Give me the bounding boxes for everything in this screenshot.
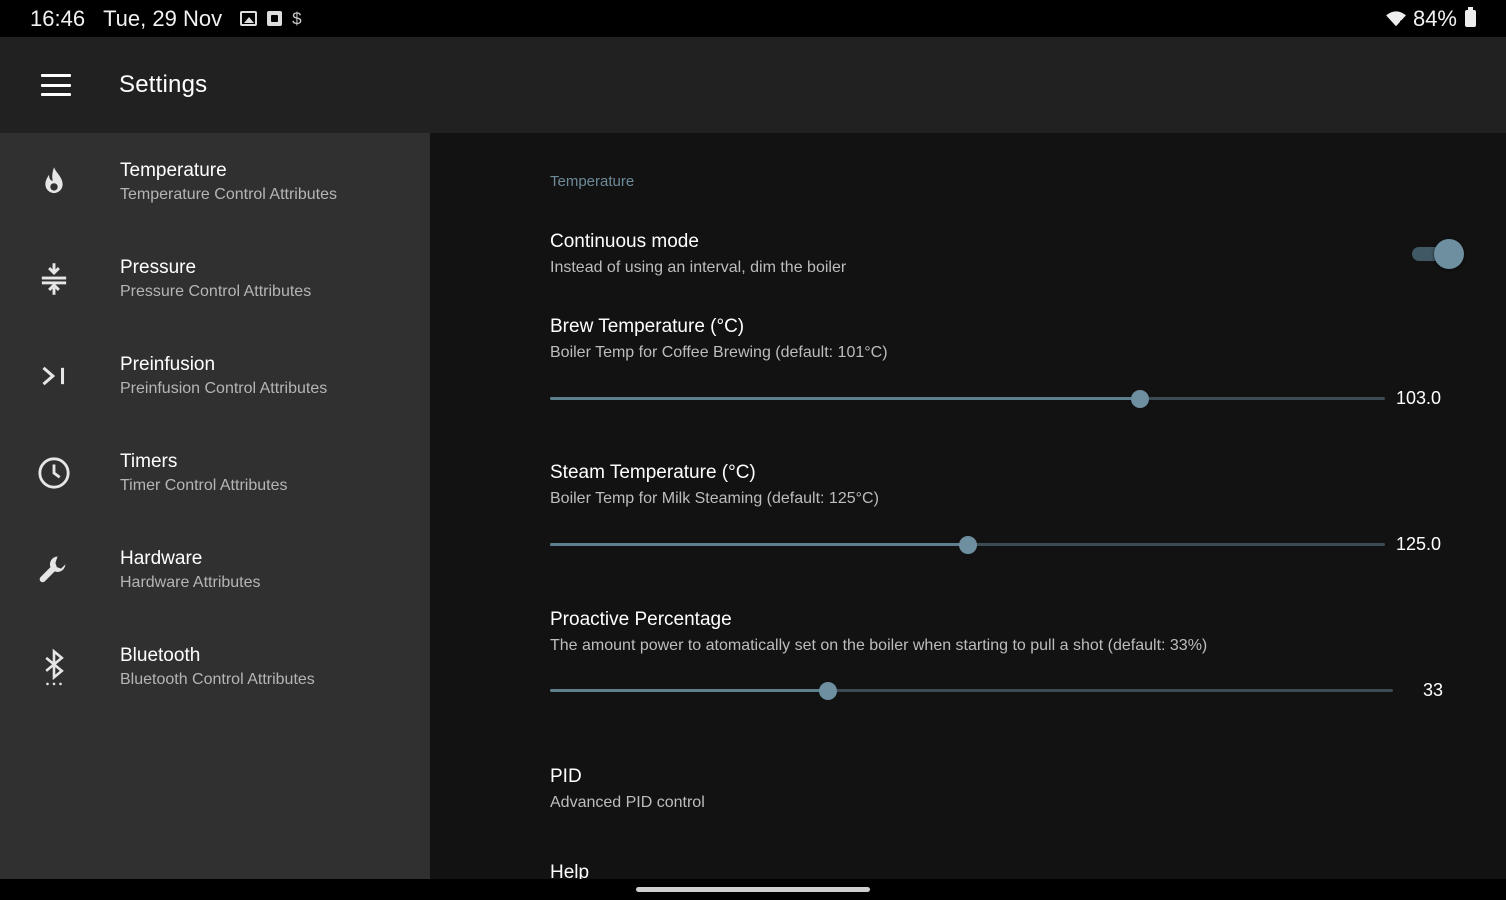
continuous-mode-toggle[interactable] bbox=[1412, 238, 1466, 269]
system-nav-bar bbox=[0, 879, 1506, 900]
menu-icon[interactable] bbox=[0, 37, 112, 133]
help-pref[interactable]: Help bbox=[550, 862, 589, 879]
pref-subtitle: Advanced PID control bbox=[550, 794, 705, 811]
steam-temperature-slider[interactable] bbox=[550, 535, 1385, 555]
sidebar-item-label: Bluetooth bbox=[120, 644, 201, 666]
steam-temperature-value: 125.0 bbox=[1396, 534, 1442, 554]
pref-title: Steam Temperature (°C) bbox=[550, 462, 756, 483]
page-title: Settings bbox=[119, 71, 208, 98]
pref-subtitle: Boiler Temp for Milk Steaming (default: … bbox=[550, 490, 879, 507]
bluetooth-icon bbox=[36, 648, 72, 685]
proactive-percentage-value: 33 bbox=[1423, 680, 1444, 700]
pref-title: Continuous mode bbox=[550, 231, 699, 252]
sidebar-item-preinfusion[interactable]: Preinfusion Preinfusion Control Attribut… bbox=[0, 327, 430, 424]
sidebar-item-bluetooth[interactable]: Bluetooth Bluetooth Control Attributes bbox=[0, 618, 430, 715]
sidebar-item-subtitle: Temperature Control Attributes bbox=[120, 185, 337, 203]
sidebar-item-temperature[interactable]: Temperature Temperature Control Attribut… bbox=[0, 133, 430, 230]
pref-subtitle: Instead of using an interval, dim the bo… bbox=[550, 259, 847, 276]
pref-subtitle: Boiler Temp for Coffee Brewing (default:… bbox=[550, 344, 888, 361]
wifi-icon bbox=[1386, 10, 1406, 26]
slider-thumb[interactable] bbox=[819, 682, 838, 700]
brew-temperature-slider[interactable] bbox=[550, 389, 1385, 409]
battery-percent: 84% bbox=[1412, 5, 1457, 31]
pref-title: Proactive Percentage bbox=[550, 609, 732, 630]
sidebar-item-hardware[interactable]: Hardware Hardware Attributes bbox=[0, 521, 430, 618]
sidebar-item-label: Pressure bbox=[120, 256, 197, 278]
brew-temperature-pref: Brew Temperature (°C) Boiler Temp for Co… bbox=[550, 316, 888, 362]
pref-title: Help bbox=[550, 862, 590, 879]
pref-title: Brew Temperature (°C) bbox=[550, 316, 745, 337]
sidebar-item-label: Timers bbox=[120, 450, 178, 472]
battery-icon bbox=[1465, 7, 1476, 27]
sidebar-item-subtitle: Timer Control Attributes bbox=[120, 476, 288, 494]
sidebar-item-subtitle: Pressure Control Attributes bbox=[120, 282, 312, 300]
proactive-percentage-slider[interactable] bbox=[550, 681, 1393, 701]
sidebar-item-subtitle: Bluetooth Control Attributes bbox=[120, 670, 315, 688]
settings-detail-pane: Temperature Continuous mode Instead of u… bbox=[430, 133, 1506, 879]
skip-arrow-icon bbox=[36, 358, 72, 394]
pref-title: PID bbox=[550, 766, 582, 787]
flame-icon bbox=[36, 164, 72, 200]
slider-thumb[interactable] bbox=[959, 536, 978, 554]
compress-icon bbox=[36, 261, 72, 297]
pid-pref[interactable]: PID Advanced PID control bbox=[550, 766, 705, 812]
gesture-handle[interactable] bbox=[636, 887, 870, 892]
brew-temperature-value: 103.0 bbox=[1396, 388, 1442, 408]
proactive-percentage-pref: Proactive Percentage The amount power to… bbox=[550, 609, 1207, 655]
pref-subtitle: The amount power to atomatically set on … bbox=[550, 637, 1208, 654]
image-icon bbox=[240, 11, 258, 26]
sidebar-item-label: Temperature bbox=[120, 159, 227, 181]
app-bar: Settings bbox=[0, 37, 1506, 133]
clock-icon bbox=[36, 455, 72, 491]
sidebar-item-label: Hardware bbox=[120, 547, 203, 569]
slider-thumb[interactable] bbox=[1131, 390, 1150, 408]
sidebar-item-label: Preinfusion bbox=[120, 353, 216, 375]
settings-sidebar: Temperature Temperature Control Attribut… bbox=[0, 133, 430, 879]
status-time: 16:46 bbox=[30, 5, 86, 31]
app-box-icon bbox=[267, 11, 283, 26]
dollar-icon: $ bbox=[292, 8, 302, 28]
sidebar-item-subtitle: Preinfusion Control Attributes bbox=[120, 379, 328, 397]
steam-temperature-pref: Steam Temperature (°C) Boiler Temp for M… bbox=[550, 462, 879, 508]
continuous-mode-pref[interactable]: Continuous mode Instead of using an inte… bbox=[550, 231, 846, 277]
wrench-icon bbox=[36, 552, 72, 588]
status-date: Tue, 29 Nov bbox=[103, 5, 223, 31]
sidebar-item-subtitle: Hardware Attributes bbox=[120, 573, 261, 591]
sidebar-item-timers[interactable]: Timers Timer Control Attributes bbox=[0, 424, 430, 521]
section-header: Temperature bbox=[550, 173, 635, 190]
status-bar: 16:46 Tue, 29 Nov $ 84% bbox=[0, 0, 1506, 37]
sidebar-item-pressure[interactable]: Pressure Pressure Control Attributes bbox=[0, 230, 430, 327]
